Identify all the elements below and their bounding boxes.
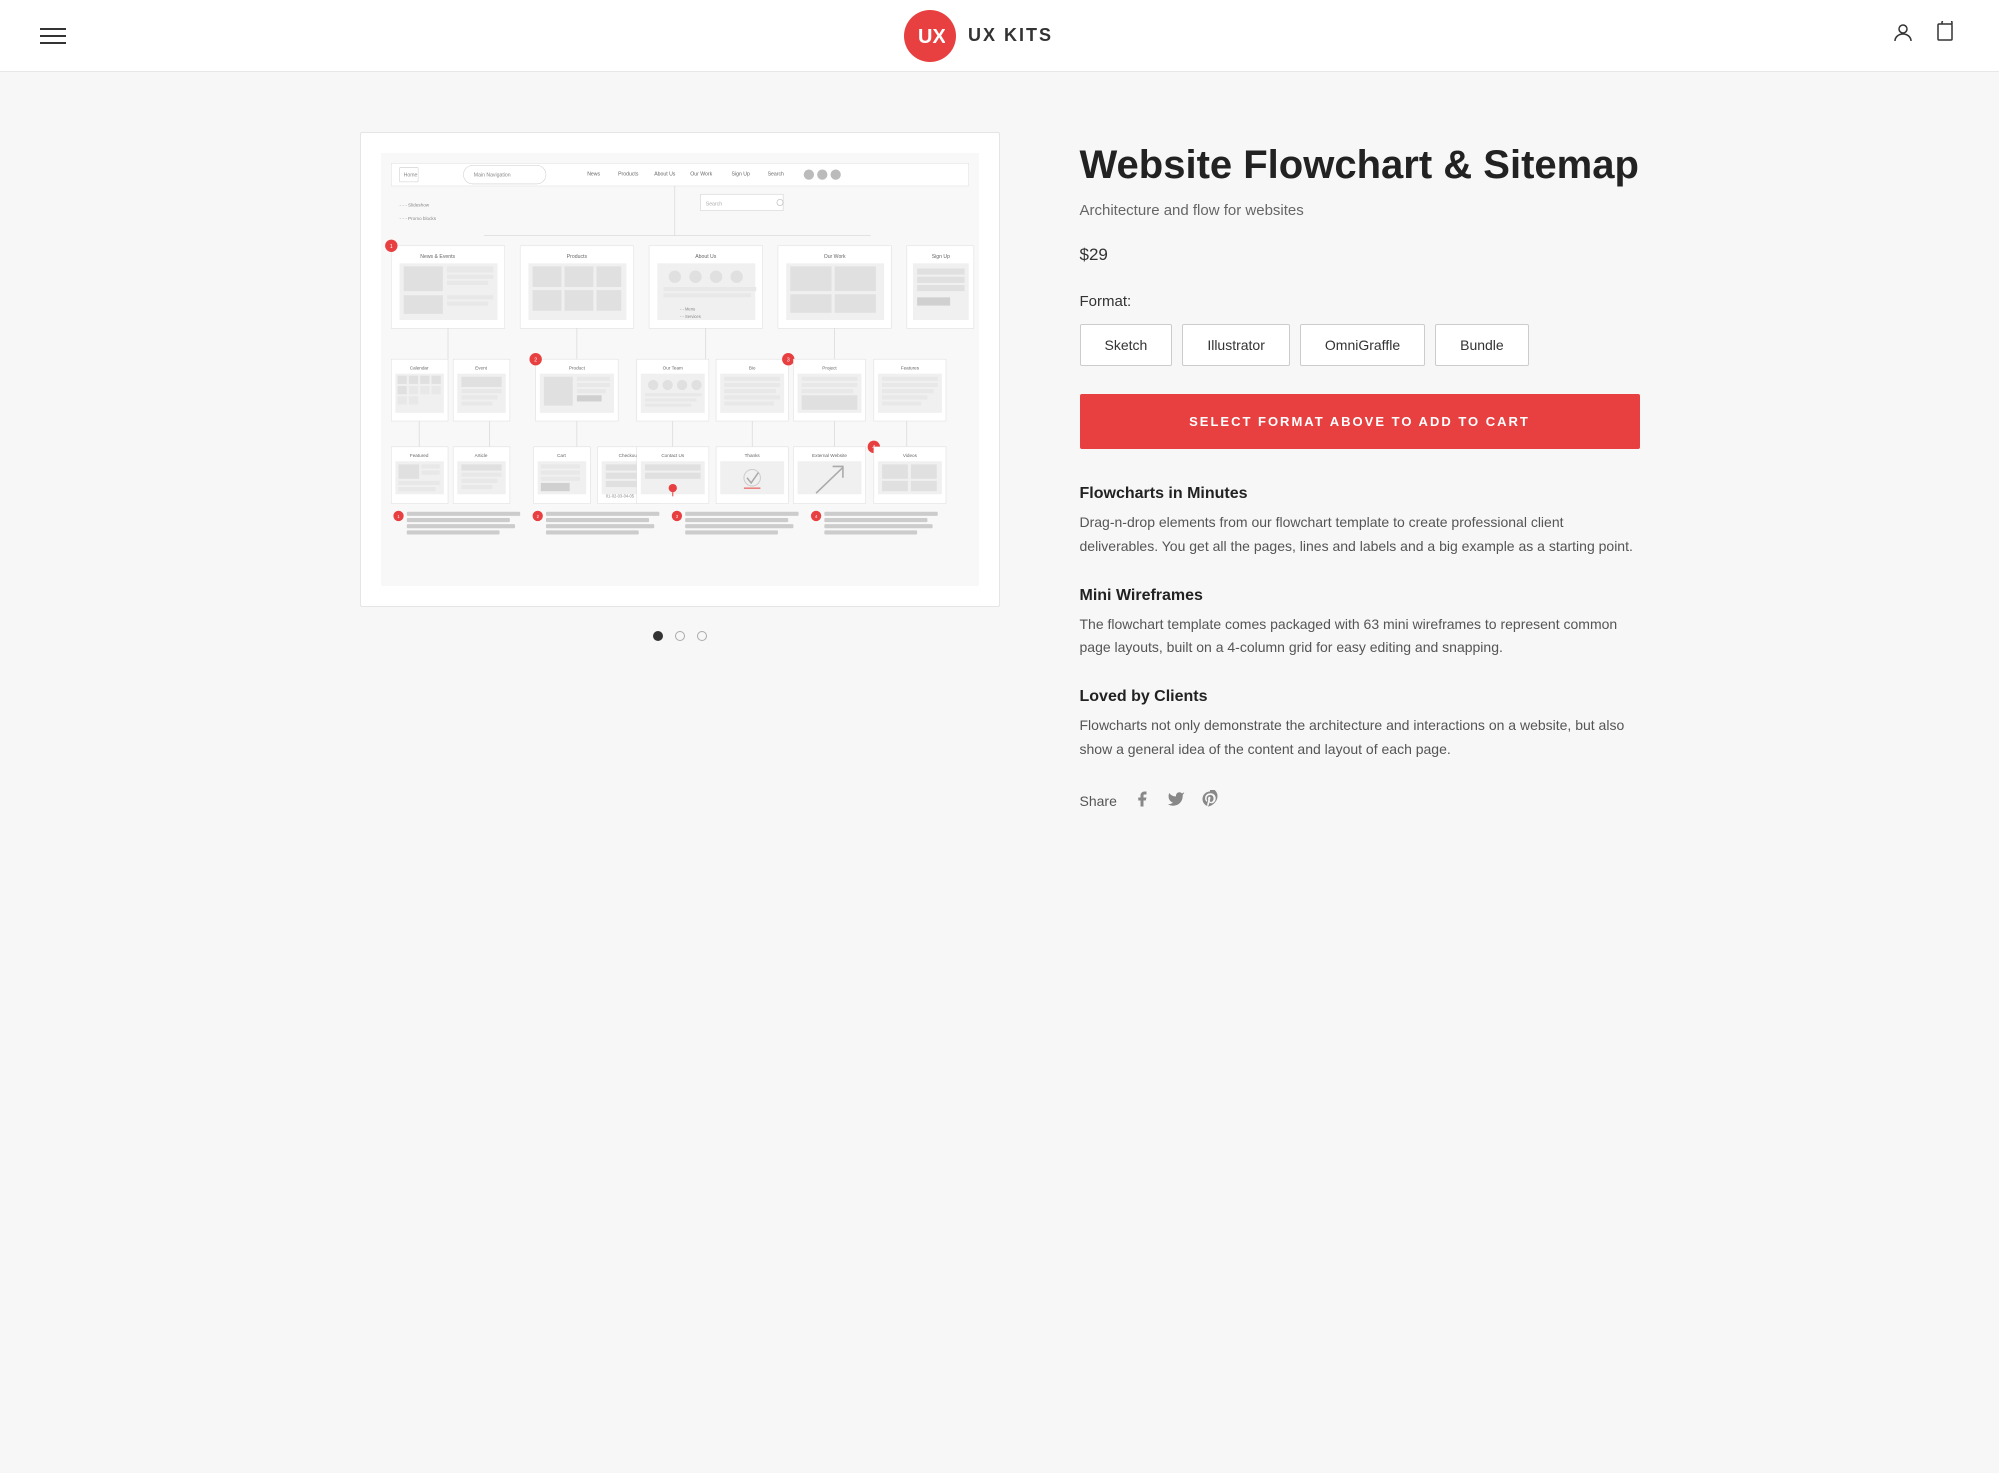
format-bundle-button[interactable]: Bundle xyxy=(1435,324,1529,366)
svg-text:Featured: Featured xyxy=(409,453,428,458)
svg-text:Thanks: Thanks xyxy=(744,453,760,458)
svg-text:- - Menu: - - Menu xyxy=(680,307,696,312)
share-label: Share xyxy=(1080,793,1117,809)
logo-link[interactable]: UX UX KITS xyxy=(904,10,1053,62)
product-image-wrapper: Home Main Navigation News Products About… xyxy=(360,132,1000,607)
product-price: $29 xyxy=(1080,245,1640,265)
image-dots xyxy=(360,631,1000,641)
svg-text:Products: Products xyxy=(566,254,587,260)
format-illustrator-button[interactable]: Illustrator xyxy=(1182,324,1290,366)
svg-text:- - Services: - - Services xyxy=(680,314,701,319)
format-label: Format: xyxy=(1080,293,1640,310)
feature-clients-title: Loved by Clients xyxy=(1080,688,1640,706)
svg-text:Search: Search xyxy=(705,202,721,208)
svg-text:- - - Promo blocks: - - - Promo blocks xyxy=(399,216,436,221)
svg-text:Calendar: Calendar xyxy=(409,366,428,371)
dot-1[interactable] xyxy=(653,631,663,641)
svg-text:UX: UX xyxy=(918,26,945,48)
svg-text:Products: Products xyxy=(618,172,639,178)
svg-text:Main Navigation: Main Navigation xyxy=(473,173,510,179)
svg-text:Our Work: Our Work xyxy=(823,254,845,260)
svg-text:Home: Home xyxy=(403,173,417,179)
svg-text:Our Work: Our Work xyxy=(690,172,712,178)
feature-clients-text: Flowcharts not only demonstrate the arch… xyxy=(1080,714,1640,762)
feature-wireframes-text: The flowchart template comes packaged wi… xyxy=(1080,613,1640,661)
feature-flowcharts-text: Drag-n-drop elements from our flowchart … xyxy=(1080,511,1640,559)
svg-text:Product: Product xyxy=(568,366,585,371)
product-title: Website Flowchart & Sitemap xyxy=(1080,142,1640,188)
svg-text:Search: Search xyxy=(767,172,783,178)
format-options: Sketch Illustrator OmniGraffle Bundle xyxy=(1080,324,1640,366)
dot-2[interactable] xyxy=(675,631,685,641)
header-actions xyxy=(1891,21,1959,50)
svg-text:Article: Article xyxy=(474,453,487,458)
share-row: Share xyxy=(1080,790,1640,813)
svg-text:Sign Up: Sign Up xyxy=(931,254,949,260)
svg-text:Videos: Videos xyxy=(902,453,917,458)
logo-text: UX KITS xyxy=(968,25,1053,46)
svg-text:Checkout: Checkout xyxy=(618,453,638,458)
main-container: Home Main Navigation News Products About… xyxy=(300,72,1700,893)
logo-icon: UX xyxy=(904,10,956,62)
twitter-icon[interactable] xyxy=(1167,790,1185,813)
cart-icon[interactable] xyxy=(1935,21,1959,50)
svg-text:Project: Project xyxy=(822,366,837,371)
svg-text:Cart: Cart xyxy=(557,453,566,458)
svg-text:1: 1 xyxy=(389,244,392,250)
pinterest-icon[interactable] xyxy=(1201,790,1219,813)
svg-text:- - - Slideshow: - - - Slideshow xyxy=(399,203,429,208)
svg-text:01-02-03-04-05: 01-02-03-04-05 xyxy=(605,493,634,498)
svg-text:Event: Event xyxy=(475,366,488,371)
add-to-cart-button[interactable]: SELECT FORMAT ABOVE TO ADD TO CART xyxy=(1080,394,1640,449)
svg-text:Our Team: Our Team xyxy=(662,366,682,371)
svg-text:Bio: Bio xyxy=(748,366,755,371)
feature-clients: Loved by Clients Flowcharts not only dem… xyxy=(1080,688,1640,762)
product-info-section: Website Flowchart & Sitemap Architecture… xyxy=(1080,132,1640,813)
svg-text:About Us: About Us xyxy=(654,172,676,178)
product-subtitle: Architecture and flow for websites xyxy=(1080,202,1640,219)
svg-text:Contact Us: Contact Us xyxy=(661,453,685,458)
svg-text:About Us: About Us xyxy=(695,254,717,260)
svg-text:2: 2 xyxy=(534,357,537,363)
feature-flowcharts-title: Flowcharts in Minutes xyxy=(1080,485,1640,503)
svg-text:News: News xyxy=(587,172,600,178)
feature-wireframes-title: Mini Wireframes xyxy=(1080,587,1640,605)
feature-wireframes: Mini Wireframes The flowchart template c… xyxy=(1080,587,1640,661)
format-sketch-button[interactable]: Sketch xyxy=(1080,324,1173,366)
svg-text:Sign Up: Sign Up xyxy=(731,172,749,178)
svg-text:Features: Features xyxy=(900,366,919,371)
header: UX UX KITS xyxy=(0,0,1999,72)
feature-flowcharts: Flowcharts in Minutes Drag-n-drop elemen… xyxy=(1080,485,1640,559)
hamburger-menu-button[interactable] xyxy=(40,28,66,44)
account-icon[interactable] xyxy=(1891,21,1915,50)
svg-text:News & Events: News & Events xyxy=(420,254,455,260)
svg-text:External Website: External Website xyxy=(812,453,847,458)
facebook-icon[interactable] xyxy=(1133,790,1151,813)
product-diagram: Home Main Navigation News Products About… xyxy=(381,153,979,586)
format-omnigraffle-button[interactable]: OmniGraffle xyxy=(1300,324,1425,366)
product-image-section: Home Main Navigation News Products About… xyxy=(360,132,1000,641)
dot-3[interactable] xyxy=(697,631,707,641)
svg-text:3: 3 xyxy=(786,357,789,363)
